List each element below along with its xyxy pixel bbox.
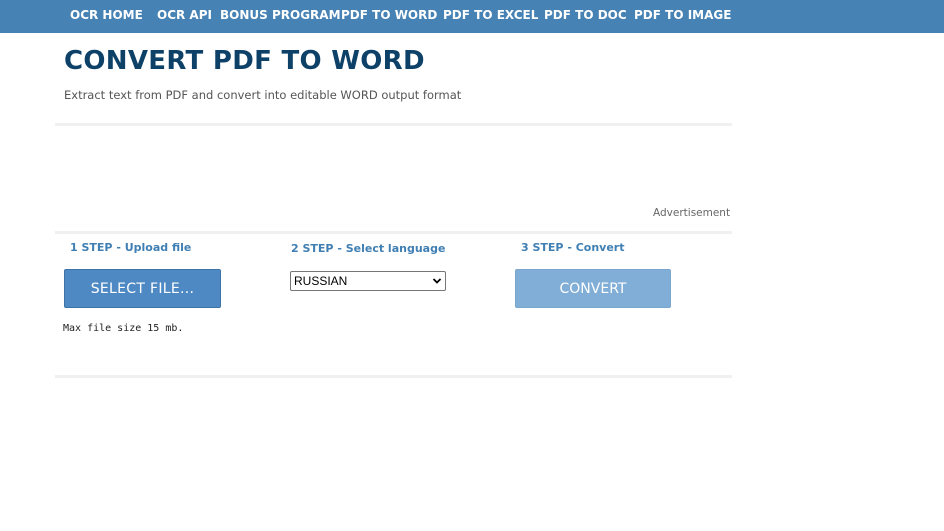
nav-pdf-to-doc[interactable]: PDF TO DOC	[544, 8, 627, 22]
select-file-button[interactable]: SELECT FILE...	[64, 269, 221, 308]
max-file-size-note: Max file size 15 mb.	[63, 323, 184, 334]
steps-bottom-divider	[55, 375, 732, 378]
steps-top-divider	[55, 231, 732, 234]
nav-pdf-to-word[interactable]: PDF TO WORD	[341, 8, 437, 22]
page-title: CONVERT PDF TO WORD	[64, 46, 425, 76]
step-1-label: 1 STEP - Upload file	[70, 241, 192, 254]
advertisement-label: Advertisement	[653, 207, 731, 219]
nav-ocr-home[interactable]: OCR HOME	[70, 8, 143, 22]
step-3-label: 3 STEP - Convert	[521, 241, 625, 254]
nav-ocr-api[interactable]: OCR API	[157, 8, 212, 22]
nav-pdf-to-image[interactable]: PDF TO IMAGE	[634, 8, 731, 22]
chevron-down-icon	[432, 278, 442, 284]
page-subtitle: Extract text from PDF and convert into e…	[64, 88, 462, 102]
top-navigation: OCR HOME OCR API BONUS PROGRAM PDF TO WO…	[0, 0, 944, 33]
language-select[interactable]: RUSSIAN	[290, 271, 446, 291]
nav-bonus-program[interactable]: BONUS PROGRAM	[220, 8, 341, 22]
step-2-label: 2 STEP - Select language	[291, 242, 446, 255]
language-select-value: RUSSIAN	[294, 274, 348, 288]
convert-button[interactable]: CONVERT	[515, 269, 671, 308]
nav-pdf-to-excel[interactable]: PDF TO EXCEL	[443, 8, 538, 22]
header-divider	[55, 123, 732, 126]
